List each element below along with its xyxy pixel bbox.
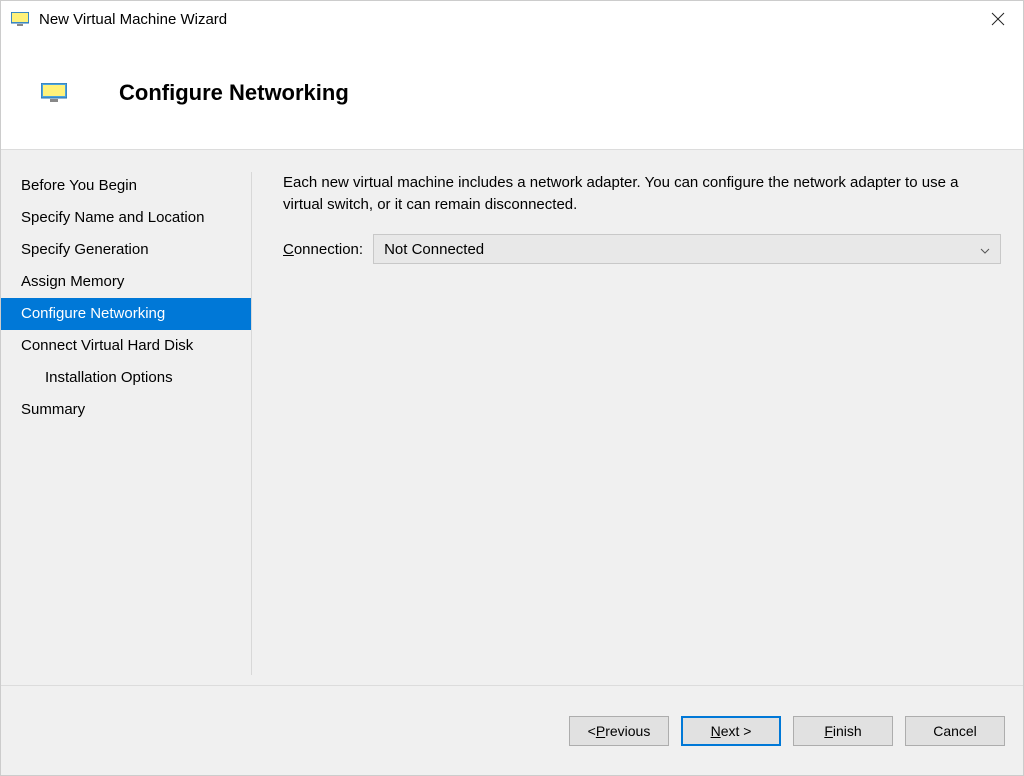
connection-label: Connection: [283,241,363,258]
previous-button[interactable]: < Previous [569,716,669,746]
sidebar-item-1[interactable]: Specify Name and Location [1,202,251,234]
header-banner: Configure Networking [1,37,1023,149]
sidebar-item-7[interactable]: Summary [1,394,251,426]
content-panel: Each new virtual machine includes a netw… [251,150,1023,685]
connection-dropdown[interactable]: Not Connected [373,234,1001,264]
cancel-button[interactable]: Cancel [905,716,1005,746]
sidebar-item-6[interactable]: Installation Options [1,362,251,394]
close-icon [991,12,1005,26]
header-icon [41,83,67,103]
page-title: Configure Networking [119,80,349,106]
window-title: New Virtual Machine Wizard [39,11,227,28]
instruction-text: Each new virtual machine includes a netw… [273,172,1001,216]
sidebar-item-2[interactable]: Specify Generation [1,234,251,266]
divider [251,172,252,675]
body-area: Before You BeginSpecify Name and Locatio… [1,149,1023,685]
sidebar-item-0[interactable]: Before You Begin [1,170,251,202]
sidebar-item-5[interactable]: Connect Virtual Hard Disk [1,330,251,362]
finish-button[interactable]: Finish [793,716,893,746]
chevron-down-icon [980,241,990,258]
sidebar-item-3[interactable]: Assign Memory [1,266,251,298]
app-icon [11,12,29,26]
connection-row: Connection: Not Connected [273,234,1001,264]
close-button[interactable] [973,1,1023,37]
connection-dropdown-value: Not Connected [384,241,484,258]
footer: < Previous Next > Finish Cancel [1,685,1023,775]
sidebar: Before You BeginSpecify Name and Locatio… [1,150,251,685]
titlebar: New Virtual Machine Wizard [1,1,1023,37]
next-button[interactable]: Next > [681,716,781,746]
sidebar-item-4[interactable]: Configure Networking [1,298,251,330]
